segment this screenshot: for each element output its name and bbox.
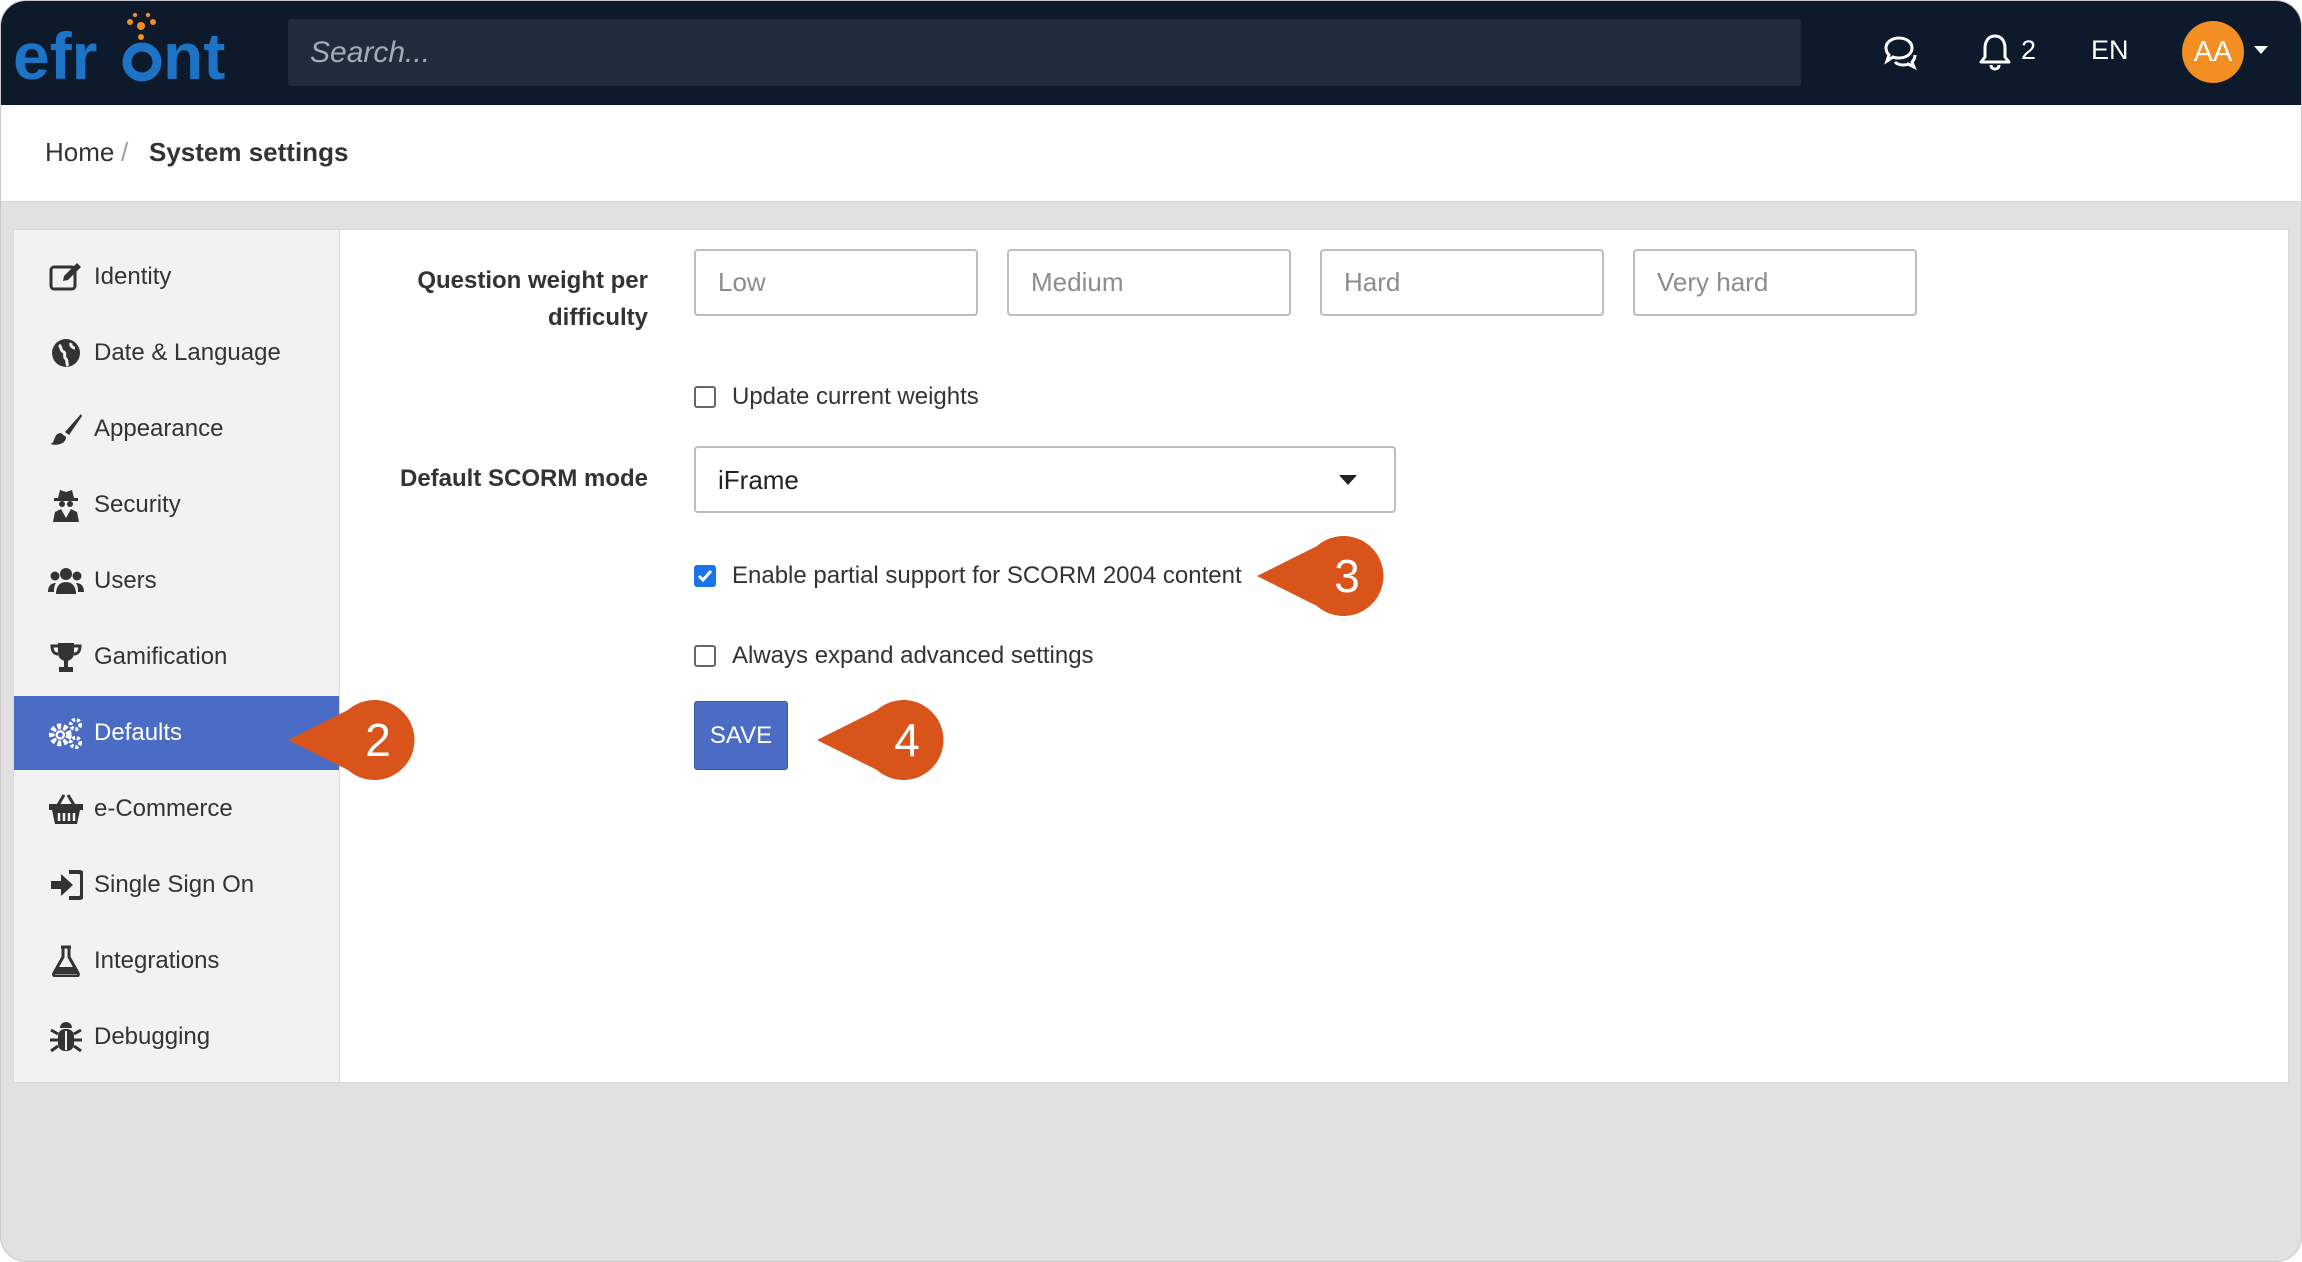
weight-medium-input[interactable]	[1007, 249, 1291, 316]
scorm-mode-value: iFrame	[718, 465, 799, 495]
search-input[interactable]	[288, 19, 1801, 86]
expand-advanced-label: Always expand advanced settings	[732, 642, 1094, 669]
page-title: System settings	[149, 137, 349, 167]
sidebar-item-identity[interactable]: Identity	[14, 240, 339, 314]
callout-3: 3	[1257, 536, 1387, 616]
sidebar-item-appearance[interactable]: Appearance	[14, 392, 339, 466]
update-weights-checkbox[interactable]	[694, 386, 716, 408]
weight-hard-input[interactable]	[1320, 249, 1604, 316]
svg-text:nt: nt	[163, 19, 225, 93]
users-icon	[48, 563, 84, 599]
sidebar-item-label: Integrations	[94, 947, 220, 974]
edit-icon	[48, 259, 84, 295]
breadcrumb-separator: /	[121, 137, 129, 167]
scorm2004-option[interactable]: Enable partial support for SCORM 2004 co…	[694, 562, 1242, 590]
cogs-icon	[48, 715, 84, 751]
sidebar-item-label: Debugging	[94, 1023, 211, 1050]
sidebar-item-integrations[interactable]: Integrations	[14, 924, 339, 998]
scorm-mode-label: Default SCORM mode	[399, 465, 648, 492]
bug-icon	[48, 1019, 84, 1055]
spy-icon	[48, 487, 84, 523]
breadcrumb: Home / System settings	[1, 105, 2301, 202]
sidebar-item-label: Date & Language	[94, 339, 281, 366]
update-weights-option[interactable]: Update current weights	[694, 383, 979, 411]
callout-4: 4	[817, 700, 947, 780]
flask-icon	[48, 943, 84, 979]
chevron-down-icon	[1339, 475, 1357, 485]
sidebar-item-gamification[interactable]: Gamification	[14, 620, 339, 694]
notification-count[interactable]: 2	[2021, 35, 2036, 66]
globe-icon	[48, 335, 84, 371]
scorm2004-checkbox[interactable]	[694, 565, 716, 587]
sidebar-item-label: Security	[94, 491, 181, 518]
chevron-down-icon[interactable]	[2253, 44, 2269, 56]
sidebar-item-label: Gamification	[94, 643, 228, 670]
sidebar-item-label: Users	[94, 567, 157, 594]
settings-sidebar: Identity Date & Language Appearance Secu…	[14, 230, 340, 1082]
sidebar-item-label: Defaults	[94, 719, 183, 746]
expand-advanced-option[interactable]: Always expand advanced settings	[694, 642, 1094, 670]
sidebar-item-label: e-Commerce	[94, 795, 233, 822]
checkmark-icon	[697, 570, 713, 583]
settings-card: Identity Date & Language Appearance Secu…	[13, 229, 2289, 1083]
trophy-icon	[48, 639, 84, 675]
basket-icon	[48, 791, 84, 827]
app-window: efr nt 2 EN AA Home / System se	[0, 0, 2302, 1262]
paintbrush-icon	[48, 411, 84, 447]
sidebar-item-users[interactable]: Users	[14, 544, 339, 618]
sidebar-item-ecommerce[interactable]: e-Commerce	[14, 772, 339, 846]
top-navbar: efr nt 2 EN AA	[1, 1, 2301, 105]
sidebar-item-single-sign-on[interactable]: Single Sign On	[14, 848, 339, 922]
sidebar-item-label: Appearance	[94, 415, 224, 442]
sidebar-item-label: Identity	[94, 263, 172, 290]
scorm-mode-select[interactable]: iFrame	[694, 446, 1396, 513]
sidebar-item-date-language[interactable]: Date & Language	[14, 316, 339, 390]
scorm2004-label: Enable partial support for SCORM 2004 co…	[732, 562, 1242, 589]
language-selector[interactable]: EN	[2091, 35, 2129, 66]
chat-icon[interactable]	[1881, 34, 1919, 72]
sidebar-item-label: Single Sign On	[94, 871, 255, 898]
sidebar-item-security[interactable]: Security	[14, 468, 339, 542]
avatar[interactable]: AA	[2182, 21, 2244, 83]
breadcrumb-home[interactable]: Home	[45, 137, 114, 168]
sign-in-icon	[48, 867, 84, 903]
expand-advanced-checkbox[interactable]	[694, 645, 716, 667]
weight-low-input[interactable]	[694, 249, 978, 316]
callout-2: 2	[288, 700, 418, 780]
efront-logo[interactable]: efr nt	[13, 13, 233, 93]
svg-text:efr: efr	[13, 19, 97, 93]
sidebar-item-debugging[interactable]: Debugging	[14, 1000, 339, 1074]
question-weight-label: Question weight per difficulty	[417, 267, 648, 331]
bell-icon[interactable]	[1977, 32, 2013, 72]
update-weights-label: Update current weights	[732, 383, 979, 410]
save-button[interactable]: SAVE	[694, 701, 788, 770]
weight-very-hard-input[interactable]	[1633, 249, 1917, 316]
